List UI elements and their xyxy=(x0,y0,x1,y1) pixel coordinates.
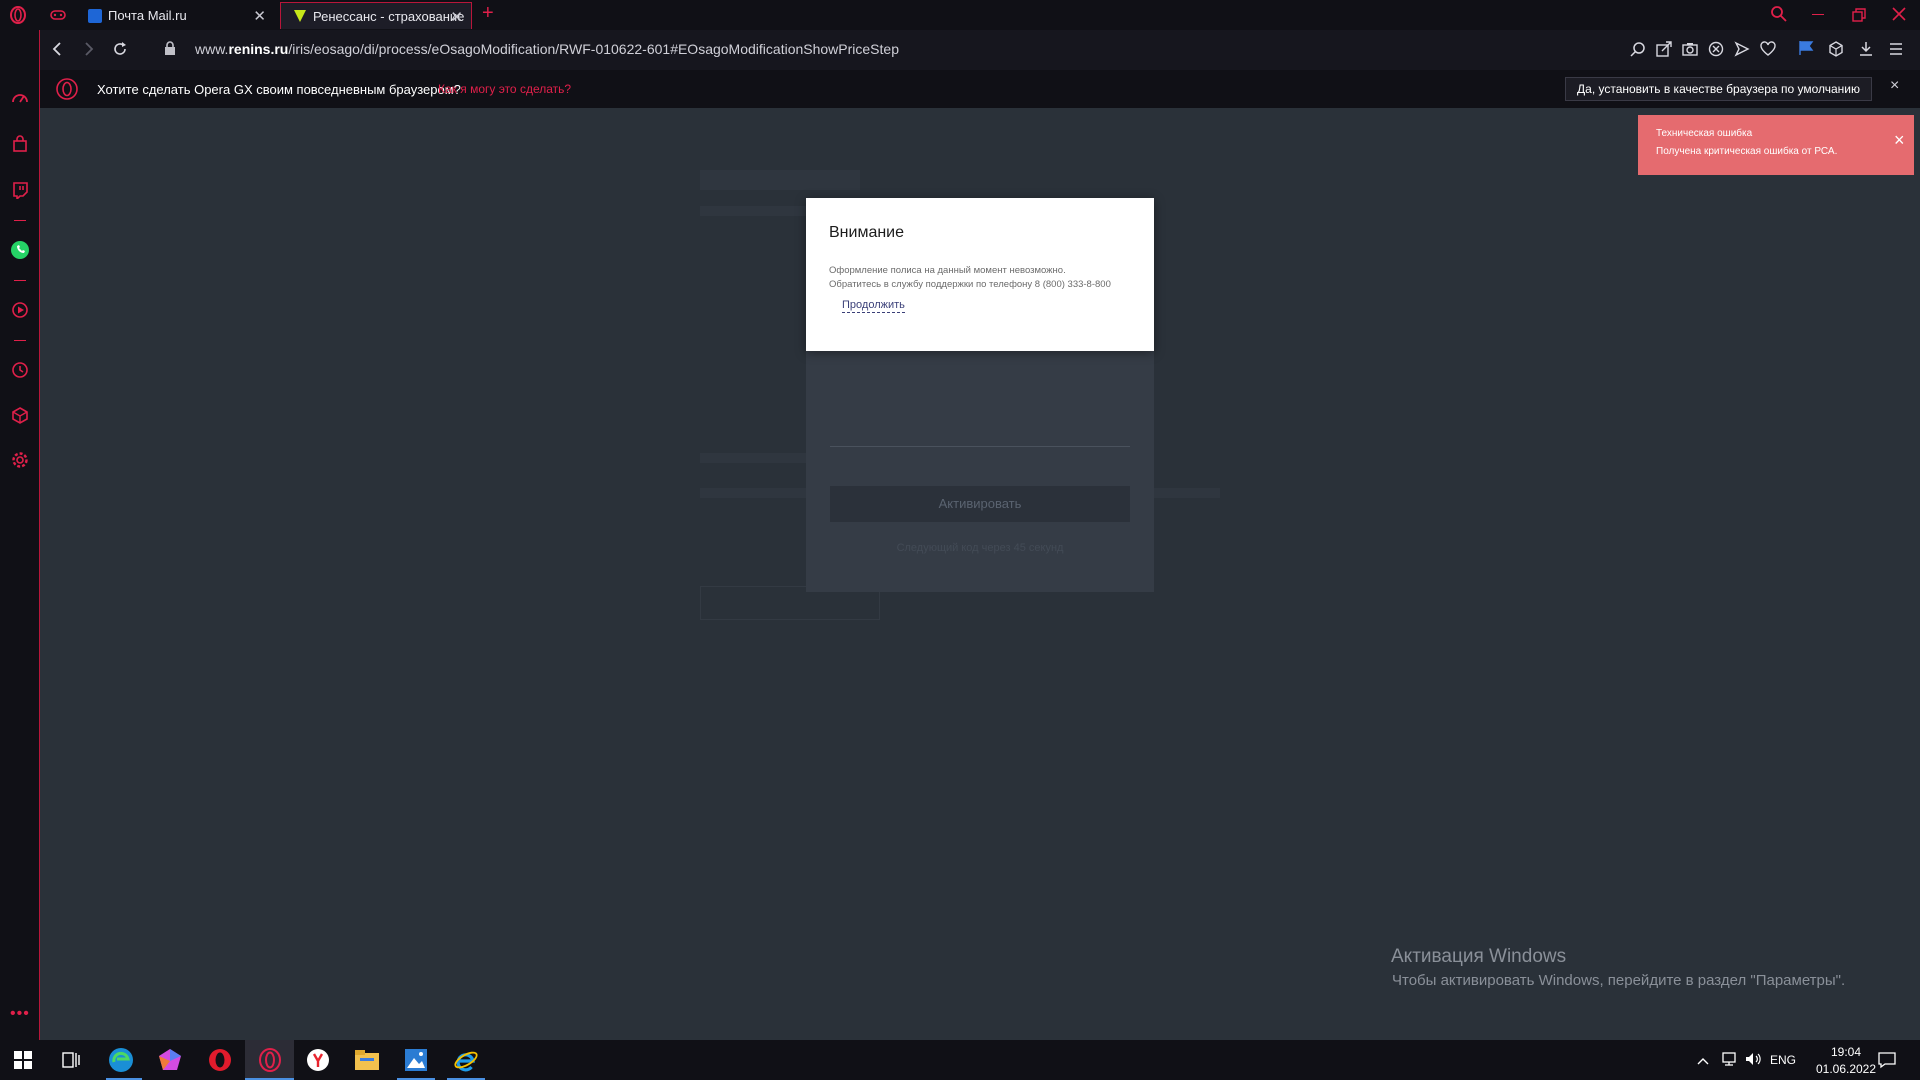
tab-label: Ренессанс - страхование xyxy=(313,8,465,24)
default-browser-question: Хотите сделать Opera GX своим повседневн… xyxy=(97,82,461,97)
adblock-icon[interactable] xyxy=(1708,41,1724,62)
browser-title-bar: Почта Mail.ru ✕ Ренессанс - страхование … xyxy=(0,0,1920,30)
address-bar-row: www.renins.ru/iris/eosago/di/process/eOs… xyxy=(40,30,1920,70)
search-tabs-icon[interactable] xyxy=(1770,5,1788,28)
opera-menu-icon[interactable] xyxy=(9,6,27,24)
app-prism-icon[interactable] xyxy=(155,1045,185,1075)
yandex-browser-icon[interactable] xyxy=(303,1045,333,1075)
code-input xyxy=(830,434,1130,447)
toast-title: Техническая ошибка xyxy=(1656,128,1753,139)
restore-window-icon[interactable] xyxy=(1852,8,1866,27)
windows-start-icon[interactable] xyxy=(8,1045,38,1075)
new-tab-button[interactable]: + xyxy=(482,2,494,25)
task-view-icon[interactable] xyxy=(56,1045,86,1075)
url-domain: renins.ru xyxy=(228,41,289,57)
opera-gx-taskbar-icon[interactable] xyxy=(255,1045,285,1075)
sidebar-divider xyxy=(14,340,26,341)
default-browser-bar: Хотите сделать Opera GX своим повседневн… xyxy=(40,70,1920,108)
tab-mail[interactable]: Почта Mail.ru ✕ xyxy=(76,2,274,29)
gaming-controller-icon[interactable] xyxy=(50,8,66,22)
close-tab-icon[interactable]: ✕ xyxy=(450,8,463,26)
whatsapp-icon[interactable] xyxy=(10,240,30,260)
tab-label: Почта Mail.ru xyxy=(108,8,187,23)
gx-control-icon[interactable] xyxy=(10,88,30,108)
opera-sidebar: ••• xyxy=(0,30,40,1040)
network-icon[interactable] xyxy=(1720,1051,1738,1072)
windows-taskbar: ENG 19:04 01.06.2022 xyxy=(0,1040,1920,1080)
modal-line-2: Обратитесь в службу поддержки по телефон… xyxy=(829,279,1111,290)
volume-icon[interactable] xyxy=(1745,1051,1763,1072)
attention-modal: Внимание Оформление полиса на данный мом… xyxy=(806,198,1154,351)
url-prefix: www. xyxy=(195,41,229,57)
sidebar-divider xyxy=(14,220,26,221)
url-path: /iris/eosago/di/process/eOsagoModificati… xyxy=(288,41,899,57)
toast-close-icon[interactable]: × xyxy=(1894,130,1905,151)
clock-time[interactable]: 19:04 xyxy=(1818,1045,1874,1059)
modal-line-1: Оформление полиса на данный момент невоз… xyxy=(829,265,1066,276)
modal-title: Внимание xyxy=(829,224,905,241)
photos-app-icon[interactable] xyxy=(401,1045,431,1075)
search-page-icon[interactable] xyxy=(1630,41,1646,62)
resend-code-text: Следующий код через 45 секунд xyxy=(896,542,1064,554)
tray-chevron-up-icon[interactable] xyxy=(1697,1053,1709,1071)
history-clock-icon[interactable] xyxy=(10,360,30,380)
renins-favicon-icon xyxy=(293,9,307,23)
back-icon[interactable] xyxy=(50,41,66,62)
internet-explorer-icon[interactable] xyxy=(451,1045,481,1075)
set-default-button[interactable]: Да, установить в качестве браузера по ум… xyxy=(1565,77,1872,101)
opera-logo-icon xyxy=(56,78,78,105)
how-to-link[interactable]: Как я могу это сделать? xyxy=(438,82,571,96)
easy-setup-menu-icon[interactable] xyxy=(1888,41,1904,62)
activate-button: Активировать xyxy=(830,486,1130,522)
close-window-icon[interactable] xyxy=(1892,7,1906,26)
opera-taskbar-icon[interactable] xyxy=(205,1045,235,1075)
reload-icon[interactable] xyxy=(112,41,128,62)
clock-date[interactable]: 01.06.2022 xyxy=(1806,1062,1886,1076)
share-icon[interactable] xyxy=(1656,41,1672,62)
forward-icon[interactable] xyxy=(80,41,96,62)
sidebar-more-icon[interactable]: ••• xyxy=(10,1005,30,1023)
background-placeholder xyxy=(700,170,860,190)
download-icon[interactable] xyxy=(1858,41,1874,62)
flag-extension-icon[interactable] xyxy=(1798,40,1816,61)
language-indicator[interactable]: ENG xyxy=(1770,1053,1796,1067)
continue-link[interactable]: Продолжить xyxy=(842,299,905,313)
mail-favicon-icon xyxy=(88,8,102,23)
tab-renins[interactable]: Ренессанс - страхование ✕ xyxy=(280,2,472,29)
extensions-icon[interactable] xyxy=(1828,41,1844,62)
error-toast: Техническая ошибка Получена критическая … xyxy=(1638,115,1914,175)
file-explorer-icon[interactable] xyxy=(352,1045,382,1075)
toast-message: Получена критическая ошибка от РСА. xyxy=(1656,146,1838,157)
lock-icon[interactable] xyxy=(164,41,176,61)
close-bar-icon[interactable]: × xyxy=(1890,77,1899,95)
sidebar-divider xyxy=(14,280,26,281)
edge-icon[interactable] xyxy=(106,1045,136,1075)
sms-code-form: Активировать Следующий код через 45 секу… xyxy=(806,314,1154,592)
page-content: Активировать Следующий код через 45 секу… xyxy=(40,108,1920,1040)
close-tab-icon[interactable]: ✕ xyxy=(253,7,266,25)
url-field[interactable]: www.renins.ru/iris/eosago/di/process/eOs… xyxy=(195,41,899,57)
snapshot-camera-icon[interactable] xyxy=(1682,41,1698,62)
notifications-icon[interactable] xyxy=(1878,1051,1896,1074)
bookmark-heart-icon[interactable] xyxy=(1760,41,1776,62)
windows-activation-subtitle: Чтобы активировать Windows, перейдите в … xyxy=(1392,972,1846,989)
twitch-icon[interactable] xyxy=(10,180,30,200)
minimize-window-icon[interactable] xyxy=(1812,14,1824,15)
shopping-bag-icon[interactable] xyxy=(10,134,30,154)
windows-activation-title: Активация Windows xyxy=(1391,946,1567,967)
player-icon[interactable] xyxy=(10,300,30,320)
extensions-cube-icon[interactable] xyxy=(10,405,30,425)
send-icon[interactable] xyxy=(1734,41,1750,62)
settings-gear-icon[interactable] xyxy=(10,450,30,470)
